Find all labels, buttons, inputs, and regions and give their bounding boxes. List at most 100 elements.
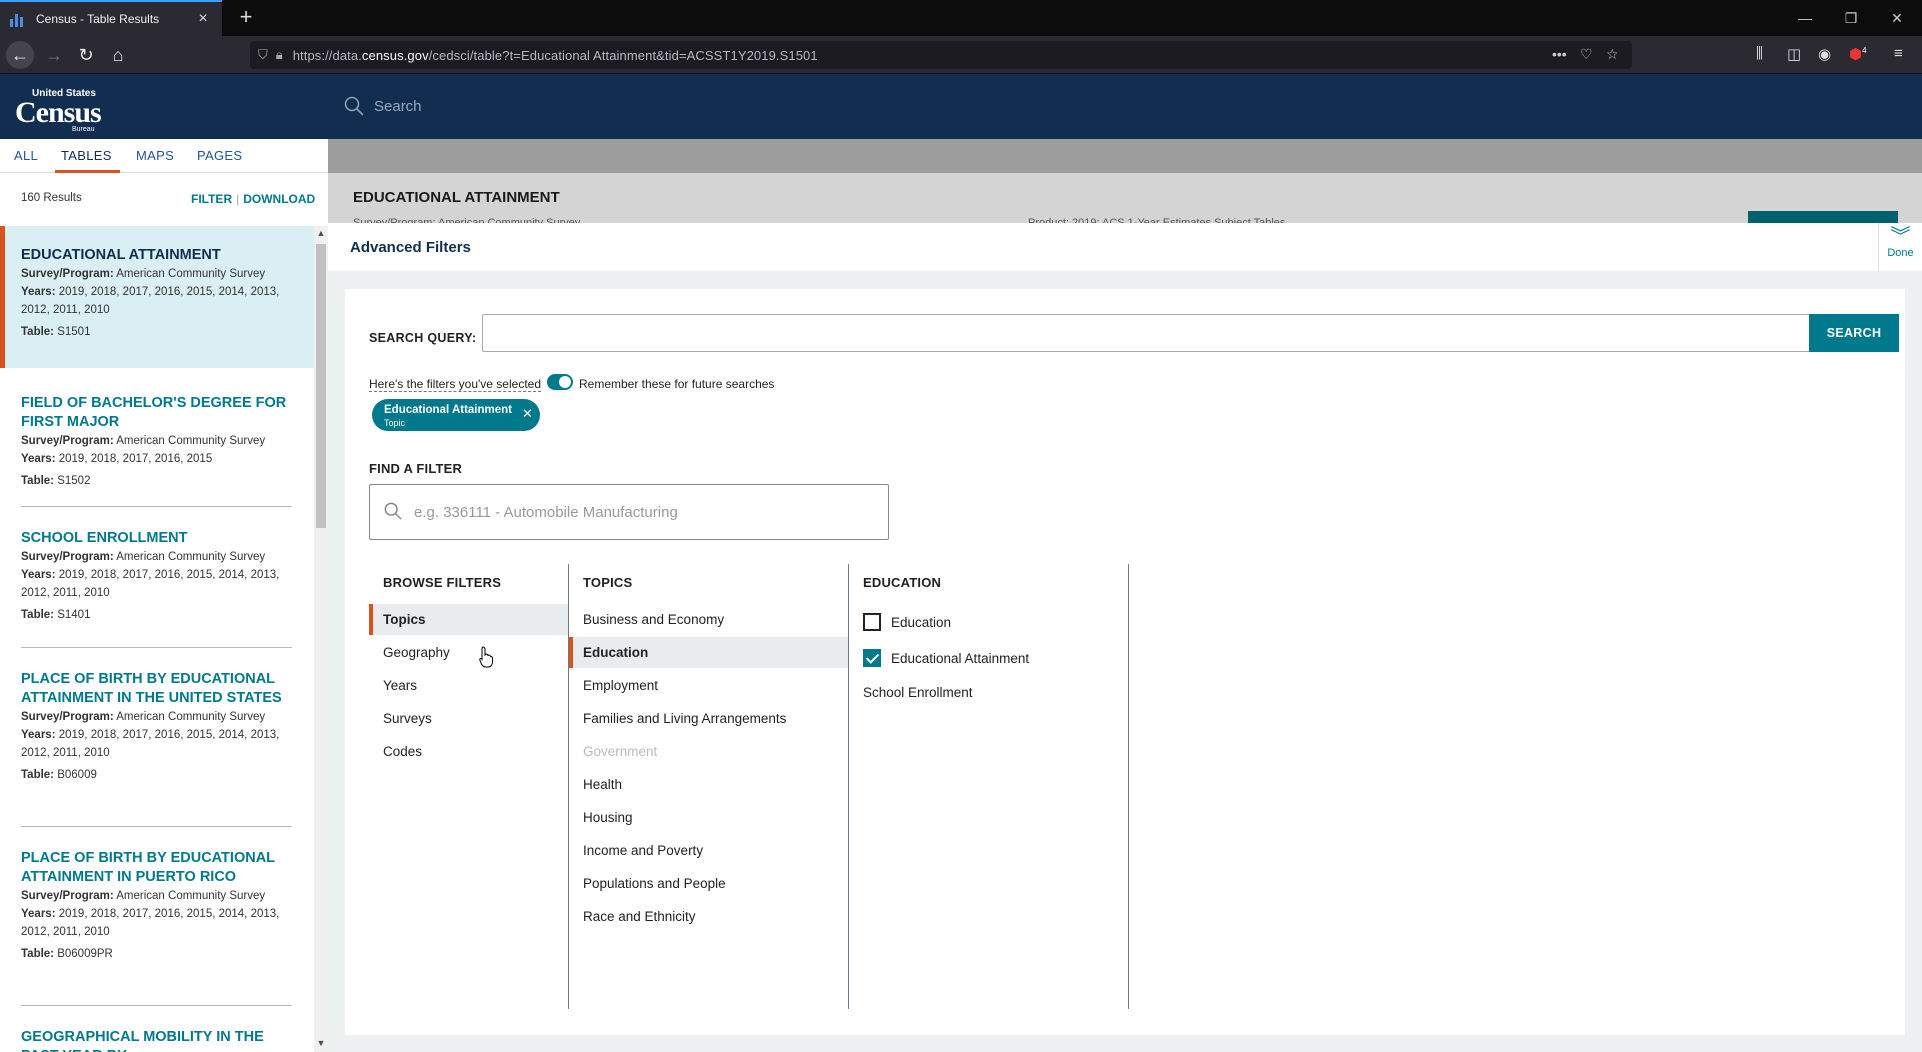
topics-heading: TOPICS [583,575,633,590]
account-icon[interactable]: ◉ [1818,45,1831,63]
search-icon [344,96,364,116]
close-tab-icon[interactable]: × [194,10,212,28]
shield-icon[interactable]: ⛉ [258,47,268,63]
browser-tab[interactable]: Census - Table Results × [0,0,222,36]
filters-card: SEARCH QUERY: SEARCH Here's the filters … [345,289,1905,1035]
find-filter-input[interactable]: e.g. 336111 - Automobile Manufacturing [369,484,889,540]
menu-icon[interactable]: ≡ [1894,45,1903,62]
find-filter-placeholder: e.g. 336111 - Automobile Manufacturing [414,504,678,521]
page-actions-icon[interactable]: ••• [1552,46,1567,62]
topic-education[interactable]: Education [569,637,848,668]
scroll-up-icon[interactable]: ▲ [314,228,328,238]
result-item-6[interactable]: GEOGRAPHICAL MOBILITY IN THE PAST YEAR B… [0,1006,314,1052]
checkbox-education[interactable]: Education [863,613,951,633]
topic-families[interactable]: Families and Living Arrangements [569,703,848,734]
advanced-filters-title: Advanced Filters [350,239,471,256]
ublock-icon[interactable]: ⬢4 [1849,45,1867,63]
topic-government: Government [583,744,658,759]
pocket-icon[interactable]: ♡ [1580,46,1593,63]
scroll-down-icon[interactable]: ▼ [314,1038,328,1048]
browser-tab-bar: Census - Table Results × + — ❐ ✕ [0,0,1922,36]
topic-housing[interactable]: Housing [569,802,848,833]
topic-business-economy[interactable]: Business and Economy [569,604,848,635]
tab-pages[interactable]: PAGES [197,148,242,163]
library-icon[interactable]: ⫼ [1756,45,1763,62]
search-button[interactable]: SEARCH [1809,314,1899,352]
education-column: EDUCATION Education Educational Attainme… [849,564,1129,1009]
result-actions: FILTER | DOWNLOAD [191,192,316,206]
reload-icon[interactable]: ↻ [72,42,100,68]
browse-topics[interactable]: Topics [369,604,568,635]
filter-link[interactable]: FILTER [191,192,232,206]
remember-label: Remember these for future searches [579,377,775,391]
result-item-4[interactable]: PLACE OF BIRTH BY EDUCATIONAL ATTAINMENT… [0,648,314,826]
result-item-3[interactable]: SCHOOL ENROLLMENT Survey/Program: Americ… [0,507,314,647]
restore-icon[interactable]: ❐ [1828,0,1874,36]
search-query-input[interactable] [482,314,1810,352]
hand-cursor-icon [479,646,493,668]
table-view-background: EDUCATIONAL ATTAINMENT Survey/Program: A… [328,139,1922,223]
chip-name: Educational Attainment [384,404,512,416]
result-item-2[interactable]: FIELD OF BACHELOR'S DEGREE FOR FIRST MAJ… [0,368,314,506]
sidebar-icon[interactable]: ◫ [1787,45,1801,63]
tab-tables[interactable]: TABLES [55,148,120,173]
new-tab-icon[interactable]: + [232,4,260,32]
checkbox-checked[interactable] [863,649,881,668]
result-item-1[interactable]: EDUCATIONAL ATTAINMENT Survey/Program: A… [0,226,314,368]
browse-years[interactable]: Years [369,670,568,701]
browse-codes[interactable]: Codes [369,736,568,767]
remove-chip-icon[interactable]: ✕ [522,406,533,422]
topic-race-ethnicity[interactable]: Race and Ethnicity [569,901,848,932]
tab-maps[interactable]: MAPS [136,148,174,163]
selected-filter-chip[interactable]: Educational Attainment Topic ✕ [372,399,540,431]
done-button[interactable]: ︾ Done [1878,223,1922,272]
topic-income-poverty[interactable]: Income and Poverty [569,835,848,866]
census-logo[interactable]: United States Census Bureau [0,74,328,139]
browser-nav-bar: ← → ↻ ⌂ ⛉ 🔒︎ https://data.census.gov/ced… [0,36,1922,74]
result-type-tabs: ALL TABLES MAPS PAGES [0,139,328,173]
search-input[interactable]: Search [374,98,422,115]
customize-table-button [1748,211,1898,223]
item-school-enrollment[interactable]: School Enrollment [863,683,973,703]
advanced-filters-panel: SEARCH QUERY: SEARCH Here's the filters … [328,272,1922,1052]
topic-populations[interactable]: Populations and People [569,868,848,899]
address-bar[interactable]: ⛉ 🔒︎ https://data.census.gov/cedsci/tabl… [250,41,1632,69]
advanced-filters-header: Advanced Filters ︾ Done [328,223,1922,272]
chip-type: Topic [384,418,406,428]
home-icon[interactable]: ⌂ [104,42,132,68]
forward-arrow-icon[interactable]: → [40,42,68,68]
window-close-icon[interactable]: ✕ [1874,0,1920,36]
topics-column: TOPICS Business and Economy Education Em… [569,564,849,1009]
results-scrollbar[interactable]: ▲ ▼ [314,226,328,1052]
remember-toggle[interactable] [547,374,573,390]
double-chevron-down-icon: ︾ [1890,226,1911,248]
download-link[interactable]: DOWNLOAD [243,192,315,206]
search-icon [384,502,402,520]
education-heading: EDUCATION [863,575,942,590]
scrollbar-thumb[interactable] [316,244,326,528]
census-favicon-icon [10,11,26,27]
url-text: https://data.census.gov/cedsci/table?t=E… [292,47,818,63]
selected-filters-text: Here's the filters you've selected [369,377,541,392]
topic-health[interactable]: Health [569,769,848,800]
results-count: 160 Results [21,192,82,204]
browse-geography[interactable]: Geography [369,637,568,668]
table-title: EDUCATIONAL ATTAINMENT [353,189,560,206]
browse-filters-column: BROWSE FILTERS Topics Geography Years Su… [369,564,569,1009]
checkbox-educational-attainment[interactable]: Educational Attainment [863,649,1029,669]
find-filter-label: FIND A FILTER [369,461,463,476]
lock-icon[interactable]: 🔒︎ [276,47,283,63]
topic-employment[interactable]: Employment [569,670,848,701]
minimize-icon[interactable]: — [1782,0,1828,36]
browse-surveys[interactable]: Surveys [369,703,568,734]
search-query-label: SEARCH QUERY: [369,331,477,345]
results-list: EDUCATIONAL ATTAINMENT Survey/Program: A… [0,226,314,1052]
result-item-5[interactable]: PLACE OF BIRTH BY EDUCATIONAL ATTAINMENT… [0,827,314,1005]
browse-filters-heading: BROWSE FILTERS [383,575,502,590]
bookmark-star-icon[interactable]: ☆ [1606,46,1619,63]
tab-all[interactable]: ALL [14,148,38,163]
tab-title: Census - Table Results [36,12,160,26]
site-search-bar[interactable]: Search [328,74,1922,139]
back-arrow-icon[interactable]: ← [6,41,34,69]
checkbox[interactable] [863,613,881,632]
